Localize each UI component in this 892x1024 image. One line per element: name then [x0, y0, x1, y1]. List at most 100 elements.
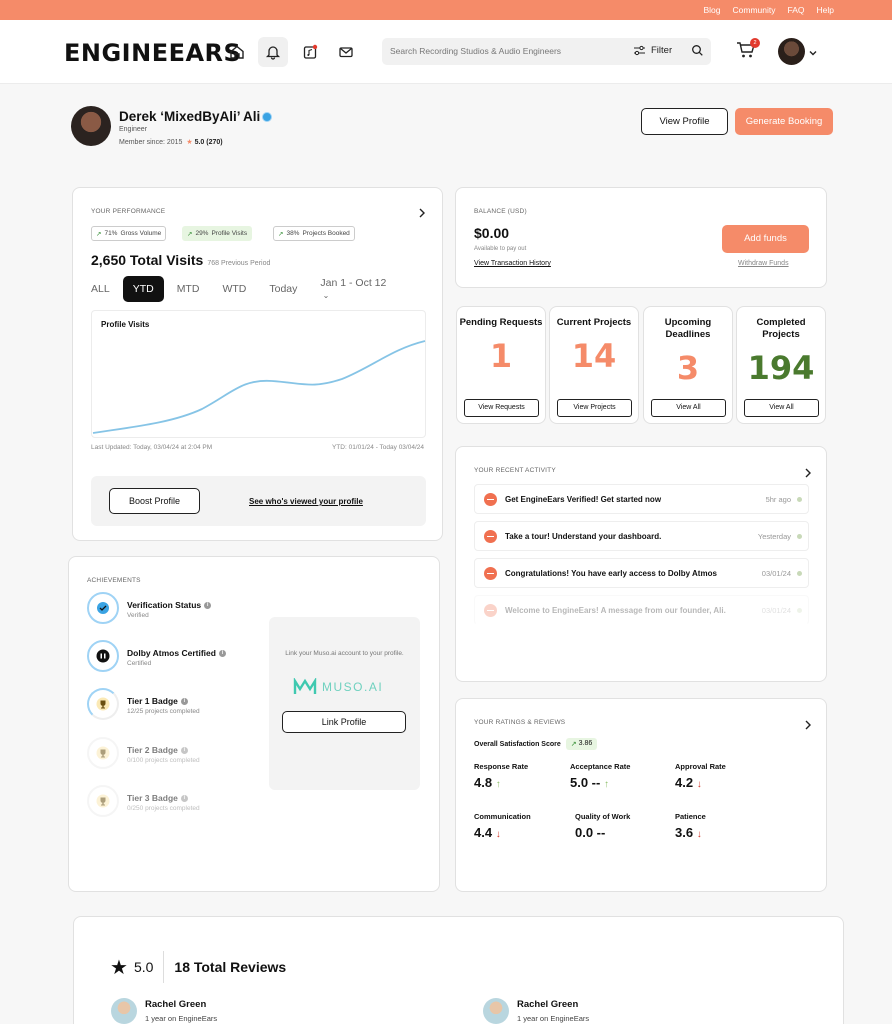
community-link[interactable]: Community: [733, 5, 776, 15]
info-icon[interactable]: i: [180, 795, 188, 803]
trend-up-icon: ↗: [570, 741, 577, 748]
status-dot: [797, 533, 802, 539]
status-dot: [797, 607, 802, 613]
balance-heading: BALANCE (USD): [474, 208, 527, 215]
rating-quality-of-work: Quality of Work 0.0 --: [575, 812, 630, 840]
divider: [163, 951, 165, 983]
total-visits-row: 2,650 Total Visits 768 Previous Period: [91, 252, 270, 268]
achievement-dolby: Dolby Atmos Certified i Certified: [87, 640, 226, 672]
achievement-title: Tier 3 Badge: [127, 793, 178, 803]
stat-title: Completed Projects: [756, 317, 806, 340]
info-icon[interactable]: i: [204, 602, 212, 610]
visits-curve: [92, 340, 426, 434]
chevron-down-icon[interactable]: [808, 44, 818, 62]
view-profile-button[interactable]: View Profile: [641, 108, 728, 135]
music-folder-icon[interactable]: [295, 37, 325, 67]
reviews-score: 5.0: [133, 959, 154, 975]
minus-circle-icon: [484, 603, 497, 617]
mail-icon[interactable]: [331, 37, 361, 67]
tab-today[interactable]: Today: [269, 283, 297, 295]
overall-score-badge: ↗ 3.86: [565, 738, 598, 750]
activity-item[interactable]: Congratulations! You have early access t…: [474, 558, 809, 588]
stat-pending-requests: Pending Requests 1 View Requests: [456, 306, 546, 424]
trophy-icon: [87, 785, 119, 817]
bell-icon[interactable]: [258, 37, 288, 67]
info-icon[interactable]: i: [218, 650, 226, 658]
cart-button[interactable]: 2: [736, 38, 760, 64]
rating-patience: Patience 3.6 ↓: [675, 812, 706, 840]
muso-logo: MUSO.AI: [293, 678, 383, 696]
view-requests-button[interactable]: View Requests: [464, 399, 539, 417]
achievement-title: Tier 2 Badge: [127, 745, 178, 755]
activity-text: Welcome to EngineEars! A message from ou…: [505, 605, 726, 615]
trend-up-icon: ↗: [278, 230, 284, 238]
chip-label: Gross Volume: [120, 230, 162, 237]
faq-link[interactable]: FAQ: [788, 5, 805, 15]
tab-wtd[interactable]: WTD: [222, 283, 246, 295]
tab-mtd[interactable]: MTD: [177, 283, 200, 295]
stat-value: 194: [747, 349, 815, 387]
top-bar: Blog Community FAQ Help: [0, 0, 892, 20]
profile-visits-chart: Profile Visits: [91, 310, 426, 438]
generate-booking-button[interactable]: Generate Booking: [735, 108, 833, 135]
activity-item[interactable]: Take a tour! Understand your dashboard. …: [474, 521, 809, 551]
projects-booked-chip: ↗ 38% Projects Booked: [273, 226, 355, 241]
cart-badge: 2: [750, 38, 760, 48]
achievement-sub: 0/250 projects completed: [127, 805, 200, 812]
view-all-deadlines-button[interactable]: View All: [651, 399, 726, 417]
activity-item[interactable]: Get EngineEars Verified! Get started now…: [474, 484, 809, 514]
chevron-down-icon: ⌄: [320, 291, 330, 300]
info-icon[interactable]: i: [180, 747, 188, 755]
ratings-card: YOUR RATINGS & REVIEWS Overall Satisfact…: [455, 698, 827, 892]
reviewer-name[interactable]: Rachel Green: [145, 999, 206, 1010]
reviewer-avatar: [483, 998, 509, 1024]
boost-profile-button[interactable]: Boost Profile: [109, 488, 200, 514]
boost-area: Boost Profile See who's viewed your prof…: [91, 476, 426, 526]
period-tabs: ALL YTD MTD WTD Today Jan 1 - Oct 12 ⌄: [91, 276, 442, 302]
blog-link[interactable]: Blog: [704, 5, 721, 15]
tab-ytd[interactable]: YTD: [122, 276, 164, 302]
filter-button[interactable]: Filter: [633, 45, 672, 56]
info-icon[interactable]: i: [180, 698, 188, 706]
user-avatar[interactable]: [778, 38, 805, 65]
chevron-right-icon[interactable]: [804, 465, 812, 483]
viewed-profile-link[interactable]: See who's viewed your profile: [249, 497, 363, 506]
achievement-tier1: Tier 1 Badge i 12/25 projects completed: [87, 688, 200, 720]
reviewer-name[interactable]: Rachel Green: [517, 999, 578, 1010]
verified-badge-icon: [262, 112, 272, 122]
home-icon[interactable]: [222, 37, 252, 67]
help-link[interactable]: Help: [817, 5, 834, 15]
chip-pct: 38%: [286, 230, 300, 237]
view-projects-button[interactable]: View Projects: [557, 399, 632, 417]
achievement-verification: Verification Status i Verified: [87, 592, 212, 624]
withdraw-funds-link[interactable]: Withdraw Funds: [738, 260, 789, 267]
rating-label: Approval Rate: [675, 762, 726, 771]
muso-text: Link your Muso.ai account to your profil…: [285, 650, 404, 657]
transaction-history-link[interactable]: View Transaction History: [474, 260, 551, 267]
chevron-right-icon[interactable]: [804, 717, 812, 735]
search-bar[interactable]: Search Recording Studios & Audio Enginee…: [382, 38, 711, 65]
muso-logo-icon: [293, 678, 317, 694]
activity-item[interactable]: Welcome to EngineEars! A message from ou…: [474, 595, 809, 625]
performance-card: YOUR PERFORMANCE ↗ 71% Gross Volume ↗ 29…: [72, 187, 443, 541]
stat-upcoming-deadlines: Upcoming Deadlines 3 View All: [643, 306, 733, 424]
reviewer-meta: 1 year on EngineEars: [517, 1014, 590, 1023]
logo[interactable]: ENGINEEARS: [64, 39, 241, 67]
add-funds-button[interactable]: Add funds: [722, 225, 809, 253]
rating-value: 3.6: [675, 825, 694, 840]
search-icon[interactable]: [691, 44, 704, 62]
date-range-select[interactable]: Jan 1 - Oct 12 ⌄: [320, 277, 419, 301]
achievement-tier3: Tier 3 Badge i 0/250 projects completed: [87, 785, 200, 817]
rating-label: Response Rate: [474, 762, 529, 771]
rating-value: 0.0 --: [575, 825, 606, 840]
status-dot: [797, 570, 802, 576]
stat-current-projects: Current Projects 14 View Projects: [549, 306, 639, 424]
activity-time: 03/01/24: [761, 568, 791, 578]
link-profile-button[interactable]: Link Profile: [282, 711, 406, 733]
tab-all[interactable]: ALL: [91, 283, 110, 295]
view-all-completed-button[interactable]: View All: [744, 399, 819, 417]
chevron-right-icon[interactable]: [418, 205, 426, 223]
previous-period: 768 Previous Period: [207, 260, 271, 267]
trophy-icon: [87, 688, 119, 720]
search-input[interactable]: Search Recording Studios & Audio Enginee…: [390, 46, 561, 56]
